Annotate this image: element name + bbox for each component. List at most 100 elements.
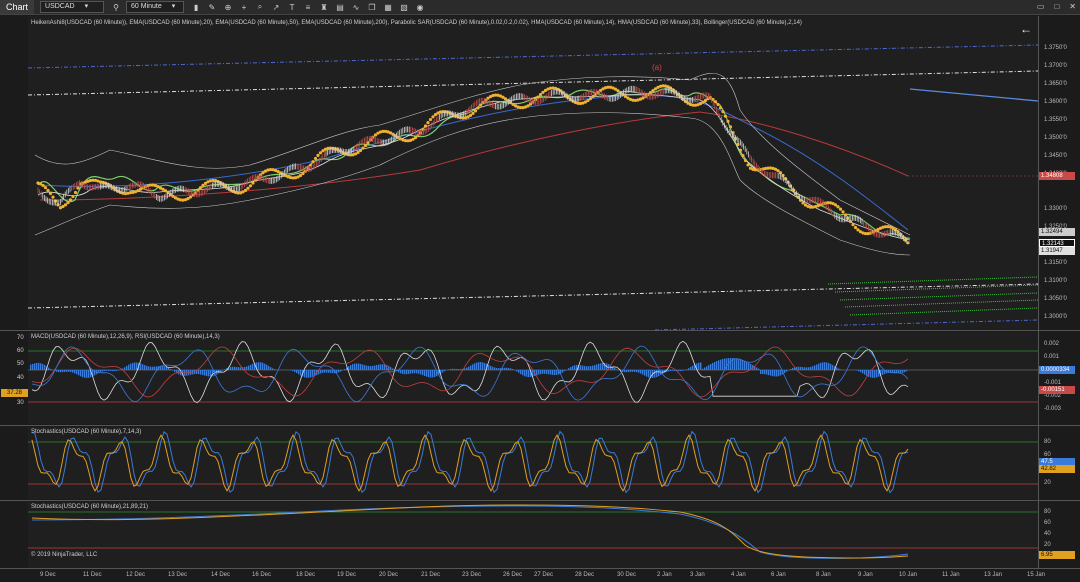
- price-y-tick: 1.3750'0: [1044, 45, 1067, 51]
- macd-bar: [150, 366, 152, 370]
- macd-bar: [392, 368, 394, 370]
- macd-bar: [450, 369, 452, 370]
- macd-bar: [726, 358, 728, 370]
- macd-bar: [470, 365, 472, 370]
- macd-bar: [626, 370, 628, 373]
- macd-bar: [508, 367, 510, 370]
- macd-bar: [210, 370, 212, 377]
- macd-bar: [748, 362, 750, 370]
- macd-value-box: 0.0000334: [1039, 366, 1075, 374]
- stoch2-label: Stochastics(USDCAD (60 Minute),21,89,21): [31, 504, 149, 510]
- macd-bar: [698, 362, 700, 370]
- macd-bar: [492, 366, 494, 370]
- macd-bar: [904, 370, 906, 373]
- macd-bar: [326, 370, 328, 373]
- macd-bar: [306, 370, 308, 378]
- macd-bar: [616, 369, 618, 370]
- macd-bar: [148, 366, 150, 370]
- x-axis-label: 3 Jan: [690, 572, 705, 578]
- macd-bar: [866, 370, 868, 376]
- macd-bar: [734, 358, 736, 370]
- macd-bar: [590, 366, 592, 370]
- macd-bar: [434, 370, 436, 377]
- macd-bar: [632, 370, 634, 372]
- sar-dot: [538, 92, 543, 97]
- macd-bar: [900, 370, 902, 374]
- x-axis-label: 13 Dec: [168, 572, 188, 578]
- macd-bar: [818, 363, 820, 370]
- sar-dot: [431, 115, 435, 119]
- macd-bar: [704, 367, 706, 370]
- macd-bar: [764, 370, 766, 375]
- macd-bar: [354, 363, 356, 370]
- sar-dot: [536, 95, 540, 99]
- macd-bar: [552, 370, 554, 375]
- x-axis-label: 13 Jan: [984, 572, 1003, 578]
- macd-bar: [548, 370, 550, 375]
- macd-bar: [498, 368, 500, 370]
- macd-bar: [294, 370, 296, 372]
- macd-bar: [66, 370, 68, 372]
- wave-annotation[interactable]: (a): [652, 63, 662, 72]
- macd-bar: [686, 369, 688, 370]
- macd-bar: [598, 363, 600, 370]
- macd-bar: [184, 370, 186, 376]
- macd-bar: [402, 370, 404, 374]
- macd-bar: [68, 370, 70, 372]
- macd-bar: [274, 369, 276, 370]
- macd-bar: [38, 362, 40, 370]
- price-y-tick: 1.3300'0: [1044, 206, 1067, 212]
- macd-bar: [478, 362, 480, 370]
- x-axis-label: 21 Dec: [421, 572, 441, 578]
- macd-bar: [562, 370, 564, 373]
- macd-bar: [798, 366, 800, 370]
- macd-signal-box: -0.00151: [1039, 386, 1075, 394]
- sar-dot: [311, 160, 315, 164]
- macd-bar: [110, 370, 112, 372]
- macd-bar: [206, 370, 208, 377]
- macd-bar: [858, 370, 860, 372]
- rsi-tick: 60: [17, 348, 24, 354]
- macd-bar: [358, 363, 360, 370]
- macd-bar: [186, 370, 188, 376]
- macd-bar: [268, 366, 270, 370]
- macd-bar: [830, 363, 832, 370]
- sar-dot: [48, 191, 53, 196]
- macd-bar: [102, 370, 104, 372]
- macd-tick: -0.003: [1044, 406, 1062, 412]
- macd-bar: [460, 369, 462, 370]
- macd-bar: [356, 363, 358, 370]
- macd-bar: [708, 365, 710, 370]
- macd-bar: [76, 370, 78, 375]
- macd-bar: [154, 366, 156, 370]
- macd-bar: [100, 370, 102, 373]
- macd-bar: [230, 366, 232, 370]
- macd-bar: [772, 370, 774, 377]
- macd-bar: [860, 370, 862, 373]
- chart-canvas[interactable]: [0, 0, 1080, 582]
- sar-dot: [68, 198, 73, 202]
- macd-bar: [312, 370, 314, 377]
- macd-bar: [444, 370, 446, 372]
- macd-bar: [800, 366, 802, 370]
- sar-dot: [363, 143, 368, 148]
- rsi-tick: 50: [17, 361, 24, 367]
- sar-dot: [413, 136, 418, 140]
- macd-bar: [198, 370, 200, 375]
- stoch2-tick: 20: [1044, 542, 1051, 548]
- macd-bar: [388, 365, 390, 370]
- x-axis-label: 6 Jan: [771, 572, 786, 578]
- macd-bar: [322, 370, 324, 373]
- price-indicators-label: HeikenAshi8(USDCAD (60 Minute)), EMA(USD…: [31, 20, 802, 26]
- price-y-tick: 1.3100'0: [1044, 278, 1067, 284]
- macd-bar: [464, 368, 466, 370]
- macd-bar: [714, 361, 716, 370]
- macd-bar: [512, 369, 514, 370]
- rsi-value-box: 37.28: [1, 389, 28, 397]
- back-arrow-icon[interactable]: ←: [1020, 22, 1032, 36]
- macd-bar: [456, 368, 458, 370]
- macd-bar: [872, 370, 874, 378]
- macd-bar: [296, 370, 298, 374]
- macd-bar: [270, 367, 272, 370]
- macd-bar: [458, 369, 460, 370]
